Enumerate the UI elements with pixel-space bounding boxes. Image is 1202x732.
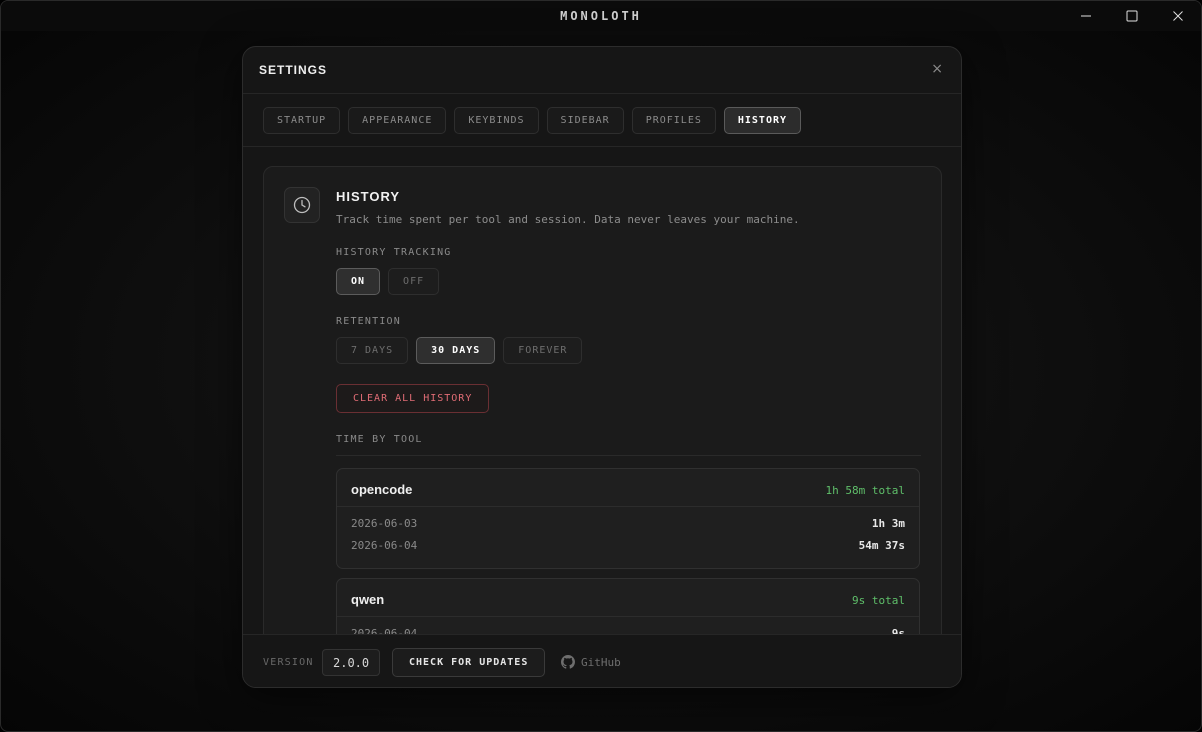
clock-icon xyxy=(293,196,311,214)
retention-selector: 7 DAYS 30 DAYS FOREVER xyxy=(336,337,583,364)
title-bar[interactable]: MONOLOTH xyxy=(1,1,1201,31)
maximize-icon xyxy=(1126,10,1138,22)
session-date: 2026-06-04 xyxy=(351,627,418,634)
tool-name: qwen xyxy=(351,592,385,607)
section-description: Track time spent per tool and session. D… xyxy=(336,213,800,226)
retention-7-days-button[interactable]: 7 DAYS xyxy=(336,337,409,364)
settings-tabs: STARTUP APPEARANCE KEYBINDS SIDEBAR PROF… xyxy=(263,107,802,134)
time-by-tool-label: TIME BY TOOL xyxy=(336,434,423,445)
history-section-card: HISTORY Track time spent per tool and se… xyxy=(263,166,942,634)
tab-startup[interactable]: STARTUP xyxy=(263,107,341,134)
settings-dialog: SETTINGS × STARTUP APPEARANCE KEYBINDS S… xyxy=(242,46,962,688)
retention-30-days-button[interactable]: 30 DAYS xyxy=(416,337,496,364)
tool-total-time: 1h 58m total xyxy=(825,484,905,497)
session-date: 2026-06-03 xyxy=(351,517,418,530)
close-window-button[interactable] xyxy=(1155,1,1201,31)
retention-forever-button[interactable]: FOREVER xyxy=(503,337,583,364)
tool-name: opencode xyxy=(351,482,413,497)
github-link[interactable]: GitHub xyxy=(561,655,621,669)
tool-session-row: 2026-06-04 54m 37s xyxy=(337,535,919,557)
history-tracking-label: HISTORY TRACKING xyxy=(336,247,452,258)
tab-appearance[interactable]: APPEARANCE xyxy=(348,107,447,134)
tracking-off-button[interactable]: OFF xyxy=(388,268,440,295)
dialog-title: SETTINGS xyxy=(259,63,328,77)
section-title: HISTORY xyxy=(336,189,401,204)
dialog-header: SETTINGS × xyxy=(243,47,961,94)
app-title: MONOLOTH xyxy=(560,9,642,23)
maximize-button[interactable] xyxy=(1109,1,1155,31)
settings-content-scroll[interactable]: HISTORY Track time spent per tool and se… xyxy=(243,147,961,634)
session-duration: 9s xyxy=(891,627,905,634)
clear-all-history-button[interactable]: CLEAR ALL HISTORY xyxy=(336,384,490,413)
tool-header: qwen 9s total xyxy=(337,579,919,617)
dialog-footer: VERSION 2.0.0 CHECK FOR UPDATES GitHub xyxy=(243,634,961,687)
minimize-icon xyxy=(1081,15,1091,17)
tab-keybinds[interactable]: KEYBINDS xyxy=(454,107,539,134)
tool-session-row: 2026-06-03 1h 3m xyxy=(337,513,919,535)
tool-total-time: 9s total xyxy=(852,594,905,607)
session-date: 2026-06-04 xyxy=(351,539,418,552)
section-divider xyxy=(336,455,921,456)
version-label: VERSION xyxy=(263,657,314,668)
dialog-close-button[interactable]: × xyxy=(931,61,943,77)
tab-profiles[interactable]: PROFILES xyxy=(631,107,716,134)
tracking-on-button[interactable]: ON xyxy=(336,268,381,295)
close-icon xyxy=(1173,11,1183,21)
tool-header: opencode 1h 58m total xyxy=(337,469,919,507)
tool-history-card: qwen 9s total 2026-06-04 9s xyxy=(336,578,920,634)
version-value: 2.0.0 xyxy=(322,649,381,676)
session-duration: 54m 37s xyxy=(858,539,905,552)
tab-history[interactable]: HISTORY xyxy=(723,107,802,134)
history-tracking-toggle: ON OFF xyxy=(336,268,440,295)
tab-sidebar[interactable]: SIDEBAR xyxy=(546,107,624,134)
retention-label: RETENTION xyxy=(336,316,401,327)
session-duration: 1h 3m xyxy=(871,517,905,530)
check-for-updates-button[interactable]: CHECK FOR UPDATES xyxy=(392,648,546,677)
tool-session-row: 2026-06-04 9s xyxy=(337,623,919,634)
app-window: MONOLOTH SETTINGS × STARTUP APPEARANCE K… xyxy=(0,0,1202,732)
github-icon xyxy=(561,655,575,669)
tool-history-card: opencode 1h 58m total 2026-06-03 1h 3m 2… xyxy=(336,468,920,569)
github-label: GitHub xyxy=(581,655,621,669)
history-section-icon xyxy=(284,187,320,223)
minimize-button[interactable] xyxy=(1063,1,1109,31)
